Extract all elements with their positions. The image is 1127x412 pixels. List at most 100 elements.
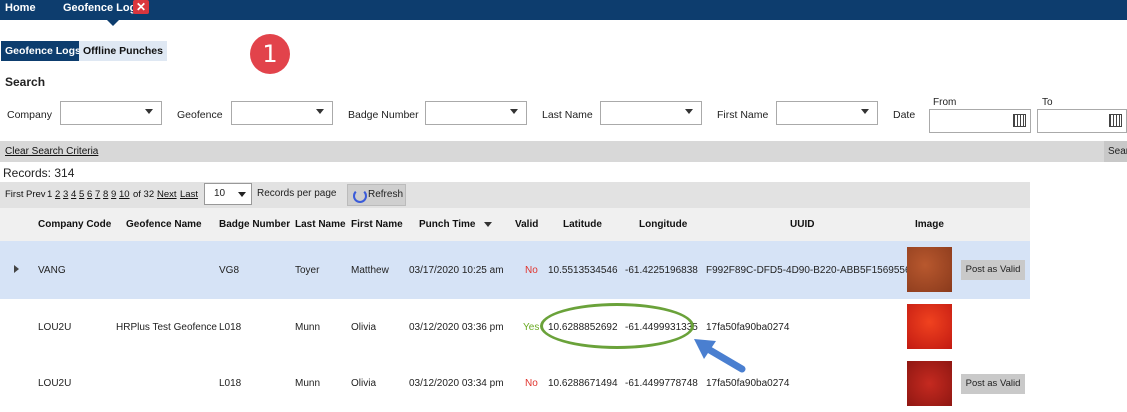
subtab-offline-punches[interactable]: Offline Punches <box>79 41 167 61</box>
date-from-input[interactable] <box>929 109 1031 133</box>
search-button[interactable]: Sear <box>1104 141 1127 162</box>
col-last-name[interactable]: Last Name <box>295 219 346 230</box>
from-label: From <box>933 97 957 108</box>
chevron-down-icon <box>238 192 246 197</box>
cell-punch-time: 03/12/2020 03:36 pm <box>409 322 504 333</box>
punch-photo-thumbnail[interactable] <box>907 247 952 292</box>
col-punch-time[interactable]: Punch Time <box>419 219 492 230</box>
col-badge-number[interactable]: Badge Number <box>219 219 290 230</box>
nav-home[interactable]: Home <box>5 0 36 20</box>
col-uuid[interactable]: UUID <box>790 219 814 230</box>
calendar-icon[interactable] <box>1013 114 1026 127</box>
refresh-button[interactable]: Refresh <box>347 184 406 206</box>
active-tab-pointer <box>107 20 119 26</box>
cell-punch-time: 03/12/2020 03:34 pm <box>409 378 504 389</box>
geofence-label: Geofence <box>177 109 223 121</box>
blue-arrow-annotation <box>694 339 746 373</box>
pager-page-5[interactable]: 5 <box>79 189 84 200</box>
records-per-page-value: 10 <box>214 188 226 199</box>
cell-valid: No <box>525 378 538 389</box>
badge-number-label: Badge Number <box>348 109 419 121</box>
pager-page-9[interactable]: 9 <box>111 189 116 200</box>
col-image: Image <box>915 219 944 230</box>
cell-longitude: -61.4499778748 <box>625 378 698 389</box>
col-company-code[interactable]: Company Code <box>38 219 111 230</box>
pager-last[interactable]: Last <box>180 189 198 200</box>
date-label: Date <box>893 109 916 121</box>
col-punch-time-label: Punch Time <box>419 219 476 230</box>
records-per-page-label: Records per page <box>257 188 337 199</box>
chevron-down-icon <box>510 109 518 114</box>
first-name-select[interactable] <box>776 101 878 125</box>
col-latitude[interactable]: Latitude <box>563 219 602 230</box>
cell-last-name: Toyer <box>295 265 320 276</box>
top-nav-bar: Home Geofence Logs ✕ <box>0 0 1127 20</box>
cell-badge: VG8 <box>219 265 240 276</box>
pager-bar: First Prev 1 2 3 4 5 6 7 8 9 10 of 32 Ne… <box>0 182 1030 208</box>
cell-first-name: Olivia <box>351 378 377 389</box>
punch-photo-thumbnail[interactable] <box>907 361 952 406</box>
sort-desc-icon[interactable] <box>483 221 492 227</box>
pager-prev: Prev <box>26 189 46 200</box>
pager-of-text: of 32 <box>133 189 155 200</box>
table-row[interactable]: LOU2U HRPlus Test Geofence L018 Munn Oli… <box>0 299 1030 355</box>
cell-uuid: 17fa50fa90ba0274 <box>706 378 790 389</box>
chevron-down-icon <box>316 109 324 114</box>
calendar-icon[interactable] <box>1109 114 1122 127</box>
pager-page-8[interactable]: 8 <box>103 189 108 200</box>
company-select[interactable] <box>60 101 162 125</box>
cell-longitude: -61.4225196838 <box>625 265 698 276</box>
criteria-bar <box>0 141 1127 162</box>
records-per-page-select[interactable]: 10 <box>204 183 252 205</box>
col-valid[interactable]: Valid <box>515 219 538 230</box>
cell-first-name: Olivia <box>351 322 377 333</box>
clear-search-criteria-link[interactable]: Clear Search Criteria <box>5 146 98 157</box>
close-tab-icon[interactable]: ✕ <box>133 0 149 14</box>
badge-number-select[interactable] <box>425 101 527 125</box>
cell-uuid: 17fa50fa90ba0274 <box>706 322 790 333</box>
col-longitude[interactable]: Longitude <box>639 219 687 230</box>
col-first-name[interactable]: First Name <box>351 219 403 230</box>
cell-uuid: F992F89C-DFD5-4D90-B220-ABB5F1569556 <box>706 265 911 276</box>
nav-geofence-logs[interactable]: Geofence Logs <box>63 0 142 20</box>
pager-first: First <box>5 189 24 200</box>
geofence-select[interactable] <box>231 101 333 125</box>
subtab-geofence-logs[interactable]: Geofence Logs <box>1 41 85 61</box>
last-name-select[interactable] <box>600 101 702 125</box>
cell-latitude: 10.5513534546 <box>548 265 618 276</box>
refresh-icon <box>353 189 367 203</box>
pager-page-10[interactable]: 10 <box>119 189 130 200</box>
callout-number-badge: 1 <box>250 34 290 74</box>
post-as-valid-button[interactable]: Post as Valid <box>961 374 1025 394</box>
refresh-label: Refresh <box>368 189 404 200</box>
highlight-ellipse-annotation <box>540 303 694 349</box>
cell-company: LOU2U <box>38 322 72 333</box>
cell-punch-time: 03/17/2020 10:25 am <box>409 265 504 276</box>
table-row[interactable]: LOU2U L018 Munn Olivia 03/12/2020 03:34 … <box>0 355 1030 412</box>
cell-badge: L018 <box>219 322 242 333</box>
pager-page-2[interactable]: 2 <box>55 189 60 200</box>
chevron-down-icon <box>145 109 153 114</box>
pager-page-4[interactable]: 4 <box>71 189 76 200</box>
cell-latitude: 10.6288671494 <box>548 378 618 389</box>
cell-last-name: Munn <box>295 378 321 389</box>
table-row[interactable]: VANG VG8 Toyer Matthew 03/17/2020 10:25 … <box>0 241 1030 299</box>
records-count: Records: 314 <box>3 166 75 180</box>
pager-next[interactable]: Next <box>157 189 177 200</box>
col-geofence-name[interactable]: Geofence Name <box>126 219 202 230</box>
chevron-down-icon <box>685 109 693 114</box>
first-name-label: First Name <box>717 109 769 121</box>
cell-geofence: HRPlus Test Geofence <box>116 322 217 333</box>
punch-photo-thumbnail[interactable] <box>907 304 952 349</box>
post-as-valid-button[interactable]: Post as Valid <box>961 260 1025 280</box>
pager-page-6[interactable]: 6 <box>87 189 92 200</box>
pager-page-1: 1 <box>47 189 53 200</box>
pager-page-7[interactable]: 7 <box>95 189 100 200</box>
cell-last-name: Munn <box>295 322 321 333</box>
last-name-label: Last Name <box>542 109 593 121</box>
pager-page-3[interactable]: 3 <box>63 189 68 200</box>
expand-row-icon[interactable] <box>14 265 19 273</box>
date-to-input[interactable] <box>1037 109 1127 133</box>
cell-company: LOU2U <box>38 378 72 389</box>
chevron-down-icon <box>861 109 869 114</box>
